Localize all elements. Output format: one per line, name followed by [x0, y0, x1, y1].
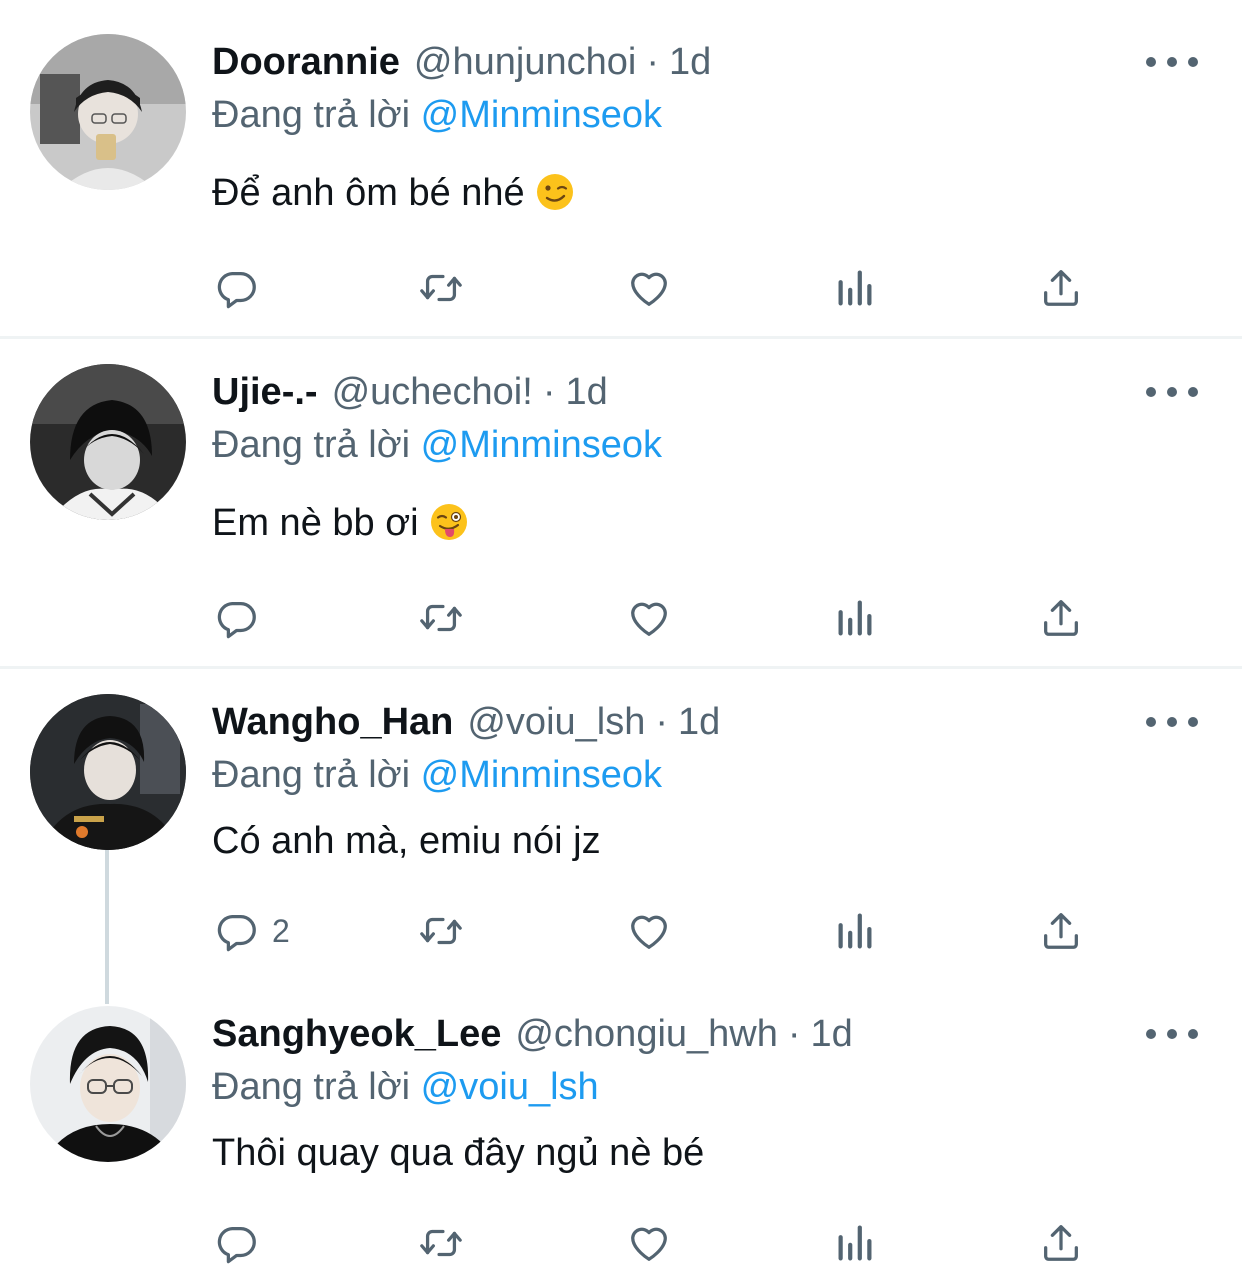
divider — [0, 336, 1242, 339]
mention-link[interactable]: @Minminseok — [421, 94, 662, 136]
timestamp[interactable]: 1d — [565, 371, 607, 414]
more-options-icon[interactable] — [1146, 42, 1198, 82]
like-icon — [626, 265, 672, 311]
user-handle[interactable]: @chongiu_hwh — [515, 1013, 778, 1056]
share-button[interactable] — [1038, 1218, 1084, 1268]
reply-button[interactable] — [214, 1218, 272, 1268]
avatar[interactable] — [30, 1006, 186, 1162]
analytics-icon — [832, 265, 878, 311]
retweet-button[interactable] — [418, 593, 464, 643]
timestamp[interactable]: 1d — [811, 1013, 853, 1056]
action-bar — [0, 263, 1242, 313]
like-icon — [626, 1220, 672, 1266]
retweet-button[interactable] — [418, 906, 464, 956]
tweet-text: Em nè bb ơi — [212, 502, 469, 545]
user-handle[interactable]: @voiu_lsh — [467, 701, 645, 744]
tweet-text-body: Có anh mà, emiu nói jz — [212, 820, 601, 862]
display-name[interactable]: Wangho_Han — [212, 701, 453, 744]
display-name[interactable]: Sanghyeok_Lee — [212, 1013, 501, 1056]
retweet-icon — [418, 265, 464, 311]
replying-to-label: Đang trả lời — [212, 94, 411, 136]
reply-icon — [214, 265, 260, 311]
user-handle[interactable]: @uchechoi! — [332, 371, 533, 414]
tweet-header: Sanghyeok_Lee @chongiu_hwh · 1d — [212, 1006, 853, 1062]
tweet-text-body: Em nè bb ơi — [212, 502, 419, 544]
divider — [0, 666, 1242, 669]
tweet-text: Để anh ôm bé nhé — [212, 172, 575, 215]
display-name[interactable]: Ujie-.- — [212, 371, 318, 414]
share-button[interactable] — [1038, 906, 1084, 956]
action-bar: 2 — [0, 906, 1242, 956]
action-bar — [0, 1218, 1242, 1268]
like-button[interactable] — [626, 593, 672, 643]
avatar[interactable] — [30, 364, 186, 520]
reply-count: 2 — [272, 912, 290, 949]
tweet-header: Wangho_Han @voiu_lsh · 1d — [212, 694, 720, 750]
share-icon — [1038, 908, 1084, 954]
retweet-icon — [418, 908, 464, 954]
replying-to: Đang trả lời @Minminseok — [212, 94, 662, 137]
retweet-icon — [418, 595, 464, 641]
retweet-button[interactable] — [418, 1218, 464, 1268]
winking-face-with-tongue-emoji-icon — [430, 504, 467, 540]
timestamp[interactable]: 1d — [678, 701, 720, 744]
analytics-icon — [832, 908, 878, 954]
mention-link[interactable]: @Minminseok — [421, 754, 662, 796]
separator-dot: · — [542, 370, 556, 413]
tweet-text-body: Thôi quay qua đây ngủ nè bé — [212, 1132, 705, 1174]
replying-to-label: Đang trả lời — [212, 754, 411, 796]
share-icon — [1038, 1220, 1084, 1266]
tweet-header: Ujie-.- @uchechoi! · 1d — [212, 364, 608, 420]
more-options-icon[interactable] — [1146, 1014, 1198, 1054]
avatar[interactable] — [30, 694, 186, 850]
like-icon — [626, 908, 672, 954]
reply-button[interactable] — [214, 263, 272, 313]
separator-dot: · — [646, 40, 659, 83]
display-name[interactable]: Doorannie — [212, 41, 400, 84]
tweet-text: Có anh mà, emiu nói jz — [212, 820, 601, 863]
replying-to: Đang trả lời @Minminseok — [212, 424, 662, 467]
reply-icon — [214, 595, 260, 641]
tweet-text: Thôi quay qua đây ngủ nè bé — [212, 1132, 704, 1175]
mention-link[interactable]: @Minminseok — [421, 424, 662, 466]
reply-icon — [214, 908, 260, 954]
retweet-icon — [418, 1220, 464, 1266]
reply-button[interactable] — [214, 593, 272, 643]
retweet-button[interactable] — [418, 263, 464, 313]
analytics-button[interactable] — [832, 263, 878, 313]
replying-to: Đang trả lời @Minminseok — [212, 754, 662, 797]
reply-icon — [214, 1220, 260, 1266]
replying-to: Đang trả lời @voiu_lsh — [212, 1066, 599, 1109]
share-icon — [1038, 265, 1084, 311]
share-button[interactable] — [1038, 593, 1084, 643]
analytics-icon — [832, 595, 878, 641]
analytics-button[interactable] — [832, 906, 878, 956]
like-button[interactable] — [626, 263, 672, 313]
more-options-icon[interactable] — [1146, 372, 1198, 412]
like-button[interactable] — [626, 906, 672, 956]
analytics-icon — [832, 1220, 878, 1266]
action-bar — [0, 593, 1242, 643]
like-icon — [626, 595, 672, 641]
winking-face-emoji-icon — [536, 174, 573, 210]
separator-dot: · — [787, 1012, 801, 1055]
share-button[interactable] — [1038, 263, 1084, 313]
tweet-text-body: Để anh ôm bé nhé — [212, 172, 525, 214]
analytics-button[interactable] — [832, 1218, 878, 1268]
like-button[interactable] — [626, 1218, 672, 1268]
mention-link[interactable]: @voiu_lsh — [421, 1066, 599, 1108]
replying-to-label: Đang trả lời — [212, 1066, 411, 1108]
more-options-icon[interactable] — [1146, 702, 1198, 742]
separator-dot: · — [655, 700, 669, 743]
replying-to-label: Đang trả lời — [212, 424, 411, 466]
timestamp[interactable]: 1d — [669, 41, 711, 84]
analytics-button[interactable] — [832, 593, 878, 643]
user-handle[interactable]: @hunjunchoi — [414, 41, 636, 84]
share-icon — [1038, 595, 1084, 641]
tweet-header: Doorannie @hunjunchoi · 1d — [212, 34, 711, 90]
reply-button[interactable]: 2 — [214, 906, 290, 956]
avatar[interactable] — [30, 34, 186, 190]
